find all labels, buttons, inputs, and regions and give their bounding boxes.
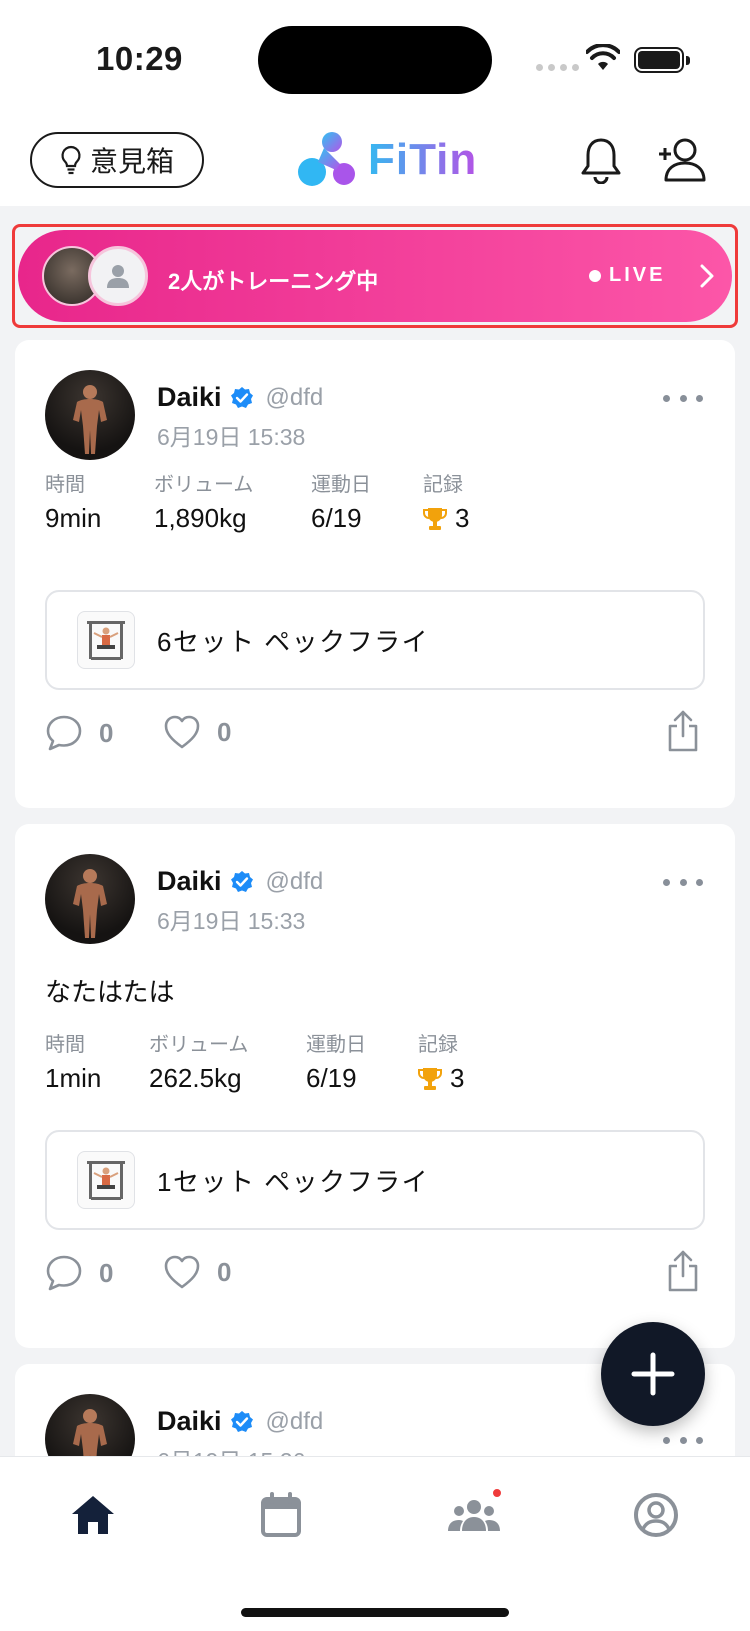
add-workout-button[interactable] bbox=[601, 1322, 705, 1426]
comment-button[interactable]: 0 bbox=[45, 714, 113, 752]
stat-workout-day: 運動日 6/19 bbox=[306, 1034, 366, 1093]
trophy-icon bbox=[418, 1067, 442, 1090]
user-handle: @dfd bbox=[265, 383, 324, 411]
bottom-tab-bar bbox=[0, 1456, 750, 1631]
status-bar: 10:29 bbox=[0, 0, 750, 118]
post-author[interactable]: Daiki @dfd bbox=[157, 382, 323, 413]
post-card[interactable]: Daiki @dfd 6月19日 15:33 なたはたは 時間 1min ボリュ… bbox=[15, 824, 735, 1348]
bodybuilder-avatar-icon bbox=[73, 869, 107, 938]
user-handle: @dfd bbox=[265, 1407, 324, 1435]
stat-records: 記録 3 bbox=[418, 1034, 465, 1093]
comment-count: 0 bbox=[99, 717, 114, 748]
user-name[interactable]: Daiki bbox=[157, 382, 222, 413]
workout-stats: 時間 1min ボリューム 262.5kg 運動日 6/19 記録 3 bbox=[45, 1028, 464, 1094]
exercise-summary[interactable]: 1セット ペックフライ bbox=[45, 1130, 705, 1230]
stat-records: 記録 3 bbox=[423, 474, 470, 533]
avatar bbox=[88, 246, 148, 306]
tab-profile[interactable] bbox=[626, 1485, 686, 1545]
plus-icon bbox=[631, 1352, 675, 1396]
verified-badge-icon bbox=[230, 386, 253, 408]
more-options-button[interactable] bbox=[663, 388, 703, 408]
post-actions: 0 0 bbox=[45, 1250, 705, 1294]
exercise-summary[interactable]: 6セット ペックフライ bbox=[45, 590, 705, 690]
bell-icon[interactable] bbox=[580, 136, 622, 184]
post-date: 6月19日 15:38 bbox=[157, 424, 306, 450]
exercise-thumbnail bbox=[77, 1151, 135, 1209]
default-user-icon bbox=[107, 265, 129, 288]
feedback-box-label: 意見箱 bbox=[89, 146, 174, 177]
bodybuilder-avatar-icon bbox=[73, 385, 107, 454]
dynamic-island bbox=[258, 26, 492, 94]
exercise-thumbnail bbox=[77, 611, 135, 669]
post-date: 6月19日 15:33 bbox=[157, 908, 306, 934]
feedback-box-button[interactable]: 意見箱 bbox=[30, 132, 204, 188]
post-text: なたはたは bbox=[45, 977, 175, 1007]
post-card[interactable]: Daiki @dfd 6月19日 15:38 時間 9min ボリューム 1,8… bbox=[15, 340, 735, 808]
verified-badge-icon bbox=[230, 870, 253, 892]
heart-icon bbox=[164, 1255, 200, 1289]
chevron-right-icon bbox=[700, 264, 714, 288]
stat-volume: ボリューム 262.5kg bbox=[149, 1034, 249, 1093]
user-name[interactable]: Daiki bbox=[157, 1406, 222, 1437]
like-button[interactable]: 0 bbox=[163, 1254, 231, 1290]
like-button[interactable]: 0 bbox=[163, 714, 231, 750]
live-badge: LIVE bbox=[589, 264, 665, 287]
live-training-text: 2人がトレーニング中 bbox=[168, 269, 379, 294]
tab-calendar[interactable] bbox=[251, 1485, 311, 1545]
stat-volume: ボリューム 1,890kg bbox=[154, 474, 254, 533]
live-training-banner[interactable]: 2人がトレーニング中 LIVE bbox=[12, 224, 738, 328]
heart-icon bbox=[164, 715, 200, 749]
avatar[interactable] bbox=[45, 854, 135, 944]
stat-time: 時間 1min bbox=[45, 1034, 102, 1093]
comment-button[interactable]: 0 bbox=[45, 1254, 113, 1292]
comment-count: 0 bbox=[99, 1257, 114, 1288]
more-options-button[interactable] bbox=[663, 872, 703, 892]
add-friend-icon[interactable] bbox=[658, 136, 708, 184]
post-author[interactable]: Daiki @dfd bbox=[157, 866, 323, 897]
like-count: 0 bbox=[217, 716, 232, 747]
verified-badge-icon bbox=[230, 1410, 253, 1432]
cellular-signal-icon bbox=[536, 64, 579, 71]
avatar[interactable] bbox=[45, 370, 135, 460]
live-badge-label: LIVE bbox=[609, 264, 666, 286]
comment-icon bbox=[46, 715, 82, 751]
profile-icon bbox=[634, 1493, 678, 1537]
user-name[interactable]: Daiki bbox=[157, 866, 222, 897]
status-time: 10:29 bbox=[96, 40, 183, 77]
exercise-text: 1セット ペックフライ bbox=[157, 1166, 430, 1197]
stat-workout-day: 運動日 6/19 bbox=[311, 474, 371, 533]
comment-icon bbox=[46, 1255, 82, 1291]
share-icon[interactable] bbox=[667, 710, 699, 752]
pec-fly-machine-icon bbox=[87, 1161, 125, 1200]
community-icon bbox=[448, 1500, 500, 1531]
records-count: 3 bbox=[450, 1063, 465, 1093]
trophy-icon bbox=[423, 507, 447, 530]
post-actions: 0 0 bbox=[45, 710, 705, 754]
live-user-avatars bbox=[42, 246, 150, 308]
tab-home[interactable] bbox=[63, 1485, 123, 1545]
lightbulb-icon bbox=[61, 145, 81, 175]
app-logo: FiTin bbox=[296, 130, 477, 190]
calendar-icon bbox=[261, 1492, 301, 1537]
wifi-icon bbox=[586, 44, 620, 70]
fitin-logo-icon bbox=[298, 132, 355, 186]
share-icon[interactable] bbox=[667, 1250, 699, 1292]
records-count: 3 bbox=[455, 503, 470, 533]
post-author[interactable]: Daiki @dfd bbox=[157, 1406, 323, 1437]
workout-stats: 時間 9min ボリューム 1,890kg 運動日 6/19 記録 3 bbox=[45, 468, 469, 534]
pec-fly-machine-icon bbox=[87, 621, 125, 660]
tab-community[interactable] bbox=[439, 1485, 509, 1545]
more-options-button[interactable] bbox=[663, 1430, 703, 1450]
battery-icon bbox=[634, 47, 690, 73]
logo-text: FiTin bbox=[368, 135, 478, 184]
user-handle: @dfd bbox=[265, 867, 324, 895]
exercise-text: 6セット ペックフライ bbox=[157, 626, 430, 657]
stat-time: 時間 9min bbox=[45, 474, 102, 533]
home-indicator bbox=[241, 1608, 509, 1617]
live-dot-icon bbox=[589, 269, 601, 282]
like-count: 0 bbox=[217, 1256, 232, 1287]
notification-dot bbox=[491, 1487, 503, 1499]
app-header: 意見箱 FiTin bbox=[0, 118, 750, 206]
home-icon bbox=[72, 1496, 114, 1534]
